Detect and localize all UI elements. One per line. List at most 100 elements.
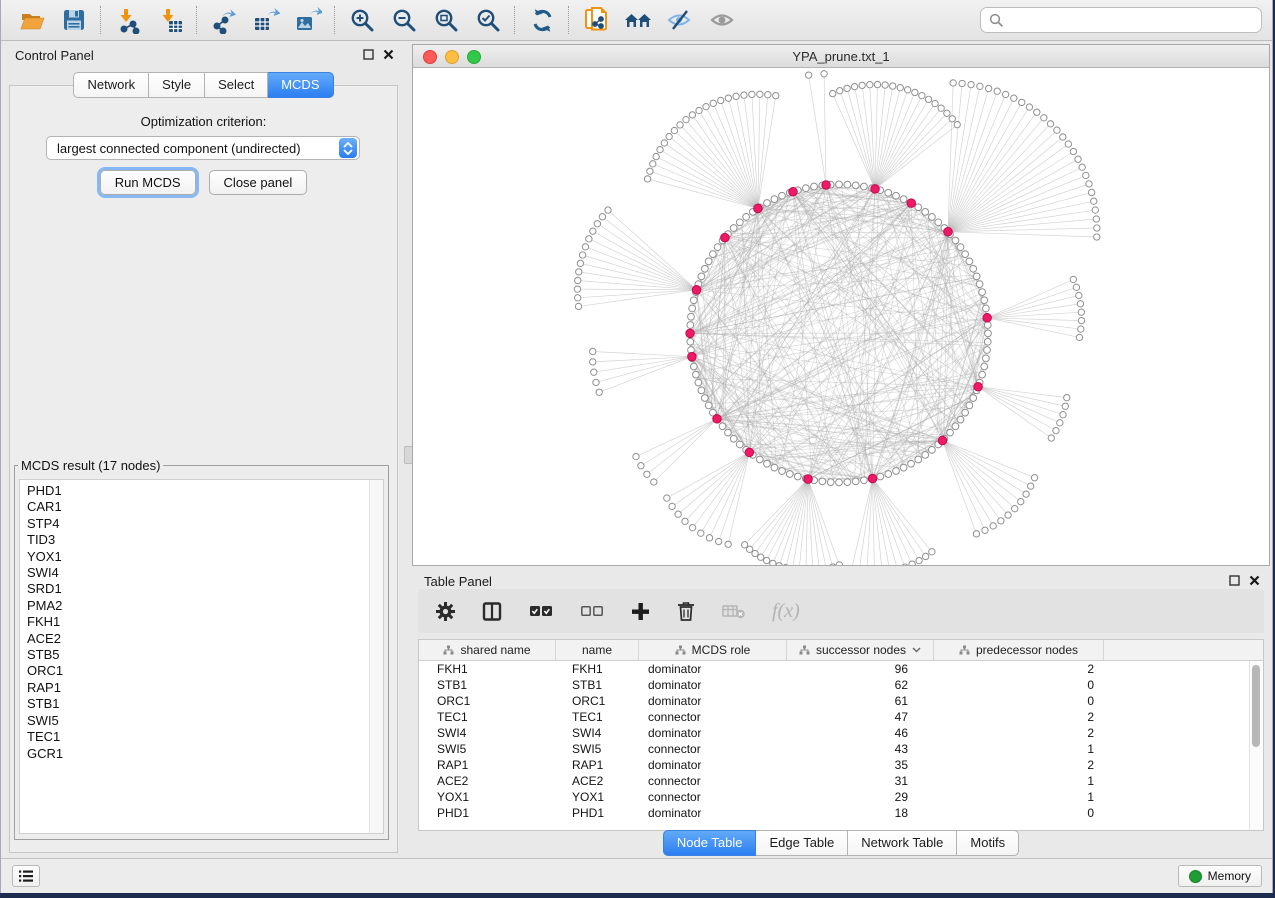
table-cell: ACE2	[556, 774, 639, 788]
tab-edge-table[interactable]: Edge Table	[756, 830, 848, 856]
table-scrollbar[interactable]	[1249, 661, 1263, 830]
mcds-result-item[interactable]: SWI5	[27, 713, 383, 729]
gear-icon[interactable]	[436, 602, 455, 621]
duplicate-network-button[interactable]	[575, 3, 617, 37]
mcds-result-item[interactable]: ORC1	[27, 663, 383, 679]
mcds-result-item[interactable]: PMA2	[27, 598, 383, 614]
right-stack: YPA_prune.txt_1 Table Panel f(	[412, 41, 1270, 859]
eye-icon	[708, 7, 736, 33]
zoom-out-button[interactable]	[383, 3, 425, 37]
table-cell: 62	[787, 678, 934, 692]
table-row[interactable]: TEC1TEC1connector472	[419, 709, 1263, 725]
memory-button[interactable]: Memory	[1178, 865, 1262, 887]
network-window: YPA_prune.txt_1	[412, 44, 1270, 566]
tab-network[interactable]: Network	[73, 72, 149, 98]
close-panel-button[interactable]: Close panel	[209, 170, 308, 195]
close-table-panel-icon[interactable]	[1249, 575, 1260, 586]
table-row[interactable]: FKH1FKH1dominator962	[419, 661, 1263, 677]
memory-label: Memory	[1208, 869, 1251, 883]
mcds-result-item[interactable]: FKH1	[27, 614, 383, 630]
mcds-result-item[interactable]: STB5	[27, 647, 383, 663]
mcds-result-item[interactable]: PHD1	[27, 483, 383, 499]
table-cell: 0	[934, 806, 1104, 820]
column-header-shared-name[interactable]: shared name	[419, 640, 556, 660]
mcds-result-item[interactable]: TEC1	[27, 729, 383, 745]
tab-style[interactable]: Style	[149, 72, 205, 98]
search-icon	[989, 13, 1004, 28]
save-session-button[interactable]	[53, 3, 95, 37]
search-box[interactable]	[980, 7, 1262, 33]
mcds-result-item[interactable]: SWI4	[27, 565, 383, 581]
table-row[interactable]: RAP1RAP1dominator352	[419, 757, 1263, 773]
import-table-icon	[157, 7, 184, 34]
mcds-result-list[interactable]: PHD1CAR1STP4TID3YOX1SWI4SRD1PMA2FKH1ACE2…	[19, 479, 384, 834]
column-header-successor-nodes[interactable]: successor nodes	[787, 640, 934, 660]
create-column-icon[interactable]	[631, 602, 650, 621]
houses-icon	[623, 7, 653, 33]
mcds-result-item[interactable]: SRD1	[27, 581, 383, 597]
show-columns-icon[interactable]	[482, 602, 502, 621]
table-row[interactable]: ORC1ORC1dominator610	[419, 693, 1263, 709]
show-all-button[interactable]	[701, 3, 743, 37]
export-table-button[interactable]	[245, 3, 287, 37]
export-network-button[interactable]	[203, 3, 245, 37]
tab-mcds[interactable]: MCDS	[268, 72, 333, 98]
mcds-result-item[interactable]: CAR1	[27, 499, 383, 515]
first-neighbors-button[interactable]	[617, 3, 659, 37]
column-header-name[interactable]: name	[556, 640, 639, 660]
table-cell: STB1	[556, 678, 639, 692]
mcds-result-item[interactable]: STB1	[27, 696, 383, 712]
network-titlebar[interactable]: YPA_prune.txt_1	[413, 45, 1269, 68]
delete-column-icon[interactable]	[677, 601, 695, 621]
tab-motifs[interactable]: Motifs	[957, 830, 1019, 856]
mcds-result-item[interactable]: TID3	[27, 532, 383, 548]
float-panel-icon[interactable]	[363, 49, 374, 60]
refresh-button[interactable]	[521, 3, 563, 37]
network-canvas[interactable]	[413, 67, 1269, 565]
mcds-result-item[interactable]: STP4	[27, 516, 383, 532]
mcds-result-item[interactable]: ACE2	[27, 631, 383, 647]
node-table-body: FKH1FKH1dominator962STB1STB1dominator620…	[419, 661, 1263, 821]
table-scrollbar-thumb[interactable]	[1252, 665, 1260, 747]
search-input[interactable]	[1010, 12, 1253, 29]
table-row[interactable]: PHD1PHD1dominator180	[419, 805, 1263, 821]
show-task-history-button[interactable]	[12, 865, 40, 887]
run-mcds-button[interactable]: Run MCDS	[100, 170, 196, 195]
mcds-result-item[interactable]: GCR1	[27, 746, 383, 762]
table-cell: connector	[639, 774, 787, 788]
toolbar-separator	[196, 6, 198, 34]
float-table-panel-icon[interactable]	[1229, 575, 1240, 586]
selected-option-text: largest connected component (undirected)	[47, 141, 339, 156]
mcds-result-item[interactable]: YOX1	[27, 549, 383, 565]
select-all-checkboxes-icon[interactable]	[529, 604, 553, 618]
close-panel-icon[interactable]	[383, 49, 394, 60]
table-cell: FKH1	[419, 662, 556, 676]
export-image-button[interactable]	[287, 3, 329, 37]
mcds-result-item[interactable]: RAP1	[27, 680, 383, 696]
optimization-criterion-select[interactable]: largest connected component (undirected)	[46, 136, 360, 160]
table-row[interactable]: SWI5SWI5connector431	[419, 741, 1263, 757]
column-header-predecessor-nodes[interactable]: predecessor nodes	[934, 640, 1104, 660]
tab-node-table[interactable]: Node Table	[663, 830, 757, 856]
vertical-splitter[interactable]	[404, 41, 412, 859]
zoom-selected-button[interactable]	[467, 3, 509, 37]
tab-network-table[interactable]: Network Table	[848, 830, 957, 856]
open-file-button[interactable]	[11, 3, 53, 37]
hide-selected-button[interactable]	[659, 3, 701, 37]
tab-select[interactable]: Select	[205, 72, 268, 98]
table-cell: dominator	[639, 726, 787, 740]
table-row[interactable]: YOX1YOX1connector291	[419, 789, 1263, 805]
zoom-fit-button[interactable]	[425, 3, 467, 37]
table-row[interactable]: SWI4SWI4dominator462	[419, 725, 1263, 741]
table-cell: dominator	[639, 694, 787, 708]
unselect-all-checkboxes-icon[interactable]	[580, 604, 604, 618]
zoom-in-button[interactable]	[341, 3, 383, 37]
import-network-button[interactable]	[107, 3, 149, 37]
table-row[interactable]: ACE2ACE2connector311	[419, 773, 1263, 789]
column-header-mcds-role[interactable]: MCDS role	[639, 640, 787, 660]
mcds-tab-content: Optimization criterion: largest connecte…	[9, 85, 398, 853]
import-table-button[interactable]	[149, 3, 191, 37]
mcds-list-scrollbar[interactable]	[369, 480, 383, 833]
table-row[interactable]: STB1STB1dominator620	[419, 677, 1263, 693]
task-list-icon	[18, 869, 34, 883]
